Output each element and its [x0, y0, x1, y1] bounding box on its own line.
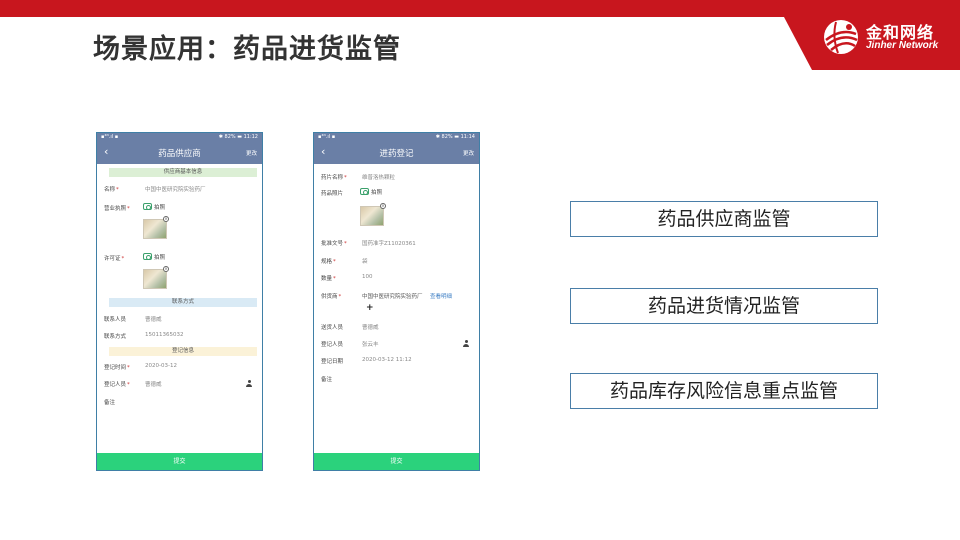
field-value-delivery[interactable]: 曹德威 [362, 323, 379, 331]
permit-thumbnail[interactable] [143, 269, 167, 289]
submit-button[interactable]: 提交 [314, 453, 479, 470]
camera-icon[interactable] [360, 188, 369, 195]
drug-photo-button[interactable]: 拍照 [371, 188, 382, 196]
person-icon[interactable] [246, 380, 252, 387]
slide-title: 场景应用：药品进货监管 [93, 34, 401, 65]
remove-photo-icon[interactable]: × [380, 203, 386, 209]
field-label-drug-name: 药片名称* [321, 175, 347, 181]
field-label-reg-person: 登记人员* [104, 382, 130, 388]
nav-title: 药品供应商 [158, 149, 201, 159]
field-value-name[interactable]: 中国中医研究院实验药厂 [145, 185, 206, 193]
edit-button[interactable]: 更改 [246, 149, 257, 157]
field-label-contact-phone: 联系方式 [104, 334, 127, 340]
edit-button[interactable]: 更改 [463, 149, 474, 157]
field-value-supplier[interactable]: 中国中医研究院实验药厂 [362, 292, 423, 300]
section-basic-info: 供应商基本信息 [109, 168, 257, 177]
globe-logo-icon [824, 20, 858, 54]
section-register: 登记信息 [109, 347, 257, 356]
field-value-qty[interactable]: 100 [362, 274, 373, 280]
status-left: ▪⁴ᴳ.ıl ▪ [101, 134, 119, 140]
feature-purchase-supervision: 药品进货情况监管 [570, 288, 878, 324]
feature-inventory-risk-supervision: 药品库存风险信息重点监管 [570, 373, 878, 409]
nav-bar: ‹ 药品供应商 更改 [97, 142, 262, 164]
status-bar: ▪⁴ᴳ.ıl ▪ ✱ 82% ▬ 11:12 [97, 133, 262, 142]
field-value-reg-time[interactable]: 2020-03-12 [145, 363, 177, 369]
logo-english-text: Jinher Network [866, 40, 939, 51]
field-label-remark: 备注 [104, 400, 116, 406]
supplier-detail-link[interactable]: 查看明细 [430, 292, 452, 300]
status-right: ✱ 82% ▬ 11:12 [218, 134, 258, 140]
field-value-reg-date[interactable]: 2020-03-12 11:12 [362, 357, 412, 363]
add-supplier-plus-icon[interactable]: + [366, 303, 374, 313]
field-label-name: 名称* [104, 187, 119, 193]
field-label-supplier: 供货商* [321, 294, 342, 300]
field-label-spec: 规格* [321, 259, 336, 265]
status-right: ✱ 82% ▬ 11:14 [435, 134, 475, 140]
field-value-contact-phone[interactable]: 15011365032 [145, 332, 184, 338]
status-bar: ▪⁴ᴳ.ıl ▪ ✱ 82% ▬ 11:14 [314, 133, 479, 142]
section-contact: 联系方式 [109, 298, 257, 307]
camera-icon[interactable] [143, 203, 152, 210]
status-left: ▪⁴ᴳ.ıl ▪ [318, 134, 336, 140]
permit-photo-button[interactable]: 拍照 [154, 253, 165, 261]
field-label-permit: 许可证* [104, 256, 125, 262]
field-label-contact-person: 联系人员 [104, 317, 127, 323]
field-label-qty: 数量* [321, 276, 336, 282]
field-label-drug-photo: 药品照片 [321, 191, 344, 197]
remove-photo-icon[interactable]: × [163, 216, 169, 222]
nav-bar: ‹ 进药登记 更改 [314, 142, 479, 164]
field-label-delivery: 送货人员 [321, 325, 344, 331]
slide: 金和网络 Jinher Network 场景应用：药品进货监管 ▪⁴ᴳ.ıl ▪… [0, 0, 960, 540]
field-value-spec[interactable]: 袋 [362, 257, 368, 265]
camera-icon[interactable] [143, 253, 152, 260]
jinher-logo: 金和网络 Jinher Network [822, 16, 952, 60]
license-thumbnail[interactable] [143, 219, 167, 239]
field-label-reg-time: 登记时间* [104, 365, 130, 371]
field-label-license: 营业执照* [104, 206, 130, 212]
field-label-reg-person: 登记人员 [321, 342, 344, 348]
phone-screenshot-supplier: ▪⁴ᴳ.ıl ▪ ✱ 82% ▬ 11:12 ‹ 药品供应商 更改 供应商基本信… [96, 132, 263, 471]
field-value-contact-person[interactable]: 曹德威 [145, 315, 162, 323]
license-photo-button[interactable]: 拍照 [154, 203, 165, 211]
nav-title: 进药登记 [379, 149, 414, 159]
field-value-reg-person[interactable]: 张云丰 [362, 340, 379, 348]
remove-photo-icon[interactable]: × [163, 266, 169, 272]
field-label-reg-date: 登记日期 [321, 359, 344, 365]
field-value-approval[interactable]: 国药准字Z11020361 [362, 239, 416, 247]
field-value-reg-person[interactable]: 曹德威 [145, 380, 162, 388]
phone-screenshot-purchase: ▪⁴ᴳ.ıl ▪ ✱ 82% ▬ 11:14 ‹ 进药登记 更改 药片名称* 维… [313, 132, 480, 471]
field-label-remark: 备注 [321, 377, 333, 383]
field-label-approval: 批准文号* [321, 241, 347, 247]
field-value-drug-name[interactable]: 维普洛热颗粒 [362, 173, 395, 181]
submit-button[interactable]: 提交 [97, 453, 262, 470]
feature-supplier-supervision: 药品供应商监管 [570, 201, 878, 237]
drug-thumbnail[interactable] [360, 206, 384, 226]
person-icon[interactable] [463, 340, 469, 347]
